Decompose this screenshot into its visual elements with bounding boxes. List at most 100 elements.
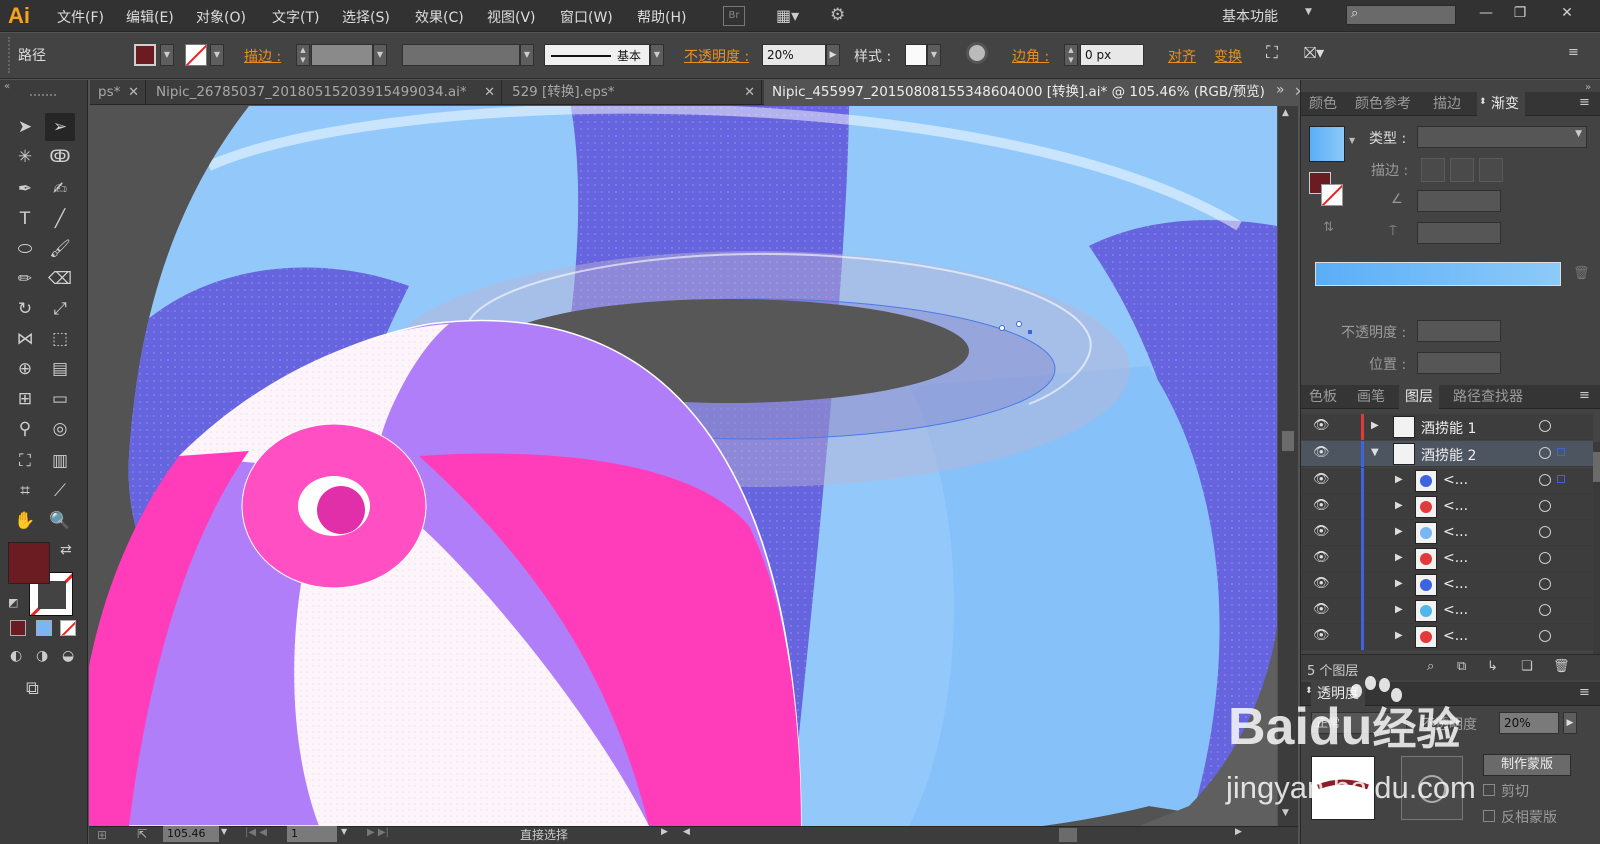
graph-tool-icon[interactable]: ▥ — [45, 447, 75, 475]
sublayer-row[interactable]: 👁 ▶ <... — [1301, 572, 1593, 598]
new-sublayer-icon[interactable]: ↳ — [1487, 659, 1498, 674]
tab-stroke[interactable]: 描边 — [1427, 92, 1467, 116]
close-window-button[interactable]: ✕ — [1550, 2, 1584, 24]
stroke-weight-input[interactable] — [311, 44, 373, 66]
sublayer-name[interactable]: <... — [1443, 628, 1468, 644]
chevron-down-icon[interactable]: ▼ — [1305, 7, 1312, 17]
clipping-mask-icon[interactable]: ⧉ — [1457, 659, 1466, 674]
gradient-opacity-input[interactable] — [1417, 320, 1501, 342]
none-mode-button[interactable] — [60, 620, 76, 636]
target-icon[interactable] — [1539, 526, 1551, 538]
tab-doc-1[interactable]: ps* ✕ — [90, 80, 146, 105]
menu-view[interactable]: 视图(V) — [487, 7, 536, 27]
stroke-along-icon[interactable] — [1450, 158, 1474, 182]
lasso-icon[interactable]: ↂ — [45, 143, 75, 171]
maximize-button[interactable]: ❐ — [1503, 2, 1537, 24]
brush-dropdown[interactable]: ▼ — [650, 44, 664, 66]
sublayer-name[interactable]: <... — [1443, 550, 1468, 566]
sublayer-name[interactable]: <... — [1443, 498, 1468, 514]
transform-button[interactable]: 变换 — [1214, 46, 1242, 66]
tab-brushes[interactable]: 画笔 — [1351, 385, 1391, 409]
eye-icon[interactable]: 👁 — [1313, 576, 1330, 591]
fill-dropdown[interactable]: ▼ — [160, 44, 174, 66]
target-icon[interactable] — [1539, 578, 1551, 590]
menu-window[interactable]: 窗口(W) — [560, 7, 613, 27]
scroll-thumb[interactable] — [1593, 452, 1600, 482]
symbol-sprayer-icon[interactable]: ⛶ — [10, 447, 40, 475]
target-icon[interactable] — [1539, 420, 1551, 432]
rotate-icon[interactable]: ↻ — [10, 295, 40, 323]
sublayer-row[interactable]: 👁 ▶ <... — [1301, 624, 1593, 650]
angle-input[interactable] — [1417, 190, 1501, 212]
sublayer-name[interactable]: <... — [1443, 576, 1468, 592]
menu-effect[interactable]: 效果(C) — [415, 7, 464, 27]
gpu-performance-icon[interactable]: ⚙ — [830, 5, 845, 25]
gradient-tool-icon[interactable]: ▭ — [45, 385, 75, 413]
default-colors-icon[interactable]: ◩ — [8, 596, 18, 609]
status-menu-icon[interactable]: ▶ — [661, 827, 668, 837]
layers-scrollbar[interactable] — [1593, 442, 1600, 654]
gradient-type-select[interactable]: ▼ — [1417, 126, 1587, 148]
layer-row-1[interactable]: 👁 ▶ 酒捞能 1 — [1301, 414, 1593, 440]
expand-arrow-icon[interactable]: ▶ — [1371, 420, 1379, 431]
direct-selection-tool-icon[interactable]: ➢ — [45, 113, 75, 141]
close-icon[interactable]: ✕ — [484, 80, 495, 105]
expand-icon[interactable]: ⬍ — [1479, 97, 1487, 107]
mesh-tool-icon[interactable]: ⊞ — [10, 385, 40, 413]
swap-fill-stroke-icon[interactable]: ⇄ — [60, 542, 72, 558]
expand-arrow-icon[interactable]: ▶ — [1395, 630, 1403, 641]
menu-object[interactable]: 对象(O) — [196, 7, 246, 27]
stroke-within-icon[interactable] — [1421, 158, 1445, 182]
eye-icon[interactable]: 👁 — [1313, 524, 1330, 539]
sublayer-row[interactable]: 👁 ▶ <... — [1301, 520, 1593, 546]
tab-doc-3[interactable]: 529 [转换].eps* ✕ — [504, 80, 762, 105]
panel-menu-icon[interactable]: ≡ — [1568, 45, 1579, 60]
magic-wand-icon[interactable]: ✳ — [10, 143, 40, 171]
stroke-weight-dropdown[interactable]: ▼ — [373, 44, 387, 66]
draw-normal-icon[interactable]: ◐ — [10, 648, 22, 664]
scroll-down-icon[interactable]: ▼ — [1282, 808, 1289, 818]
align-button[interactable]: 对齐 — [1168, 46, 1196, 66]
sublayer-name[interactable]: <... — [1443, 602, 1468, 618]
tab-doc-active[interactable]: Nipic_455997_20150808155348604000 [转换].a… — [764, 80, 1330, 105]
hscroll-thumb[interactable] — [1059, 828, 1077, 842]
zoom-input[interactable]: 105.46 — [163, 826, 219, 842]
corner-stepper[interactable]: ▲ ▼ — [1064, 44, 1078, 66]
scroll-left-icon[interactable]: ◀ — [683, 827, 690, 837]
eye-icon[interactable]: 👁 — [1313, 602, 1330, 617]
selection-indicator[interactable] — [1557, 448, 1565, 456]
stroke-weight-stepper[interactable]: ▲ ▼ — [296, 44, 310, 66]
eyedropper-icon[interactable]: ⚲ — [10, 415, 40, 443]
pencil-icon[interactable]: ✏ — [10, 265, 40, 293]
target-icon[interactable] — [1539, 604, 1551, 616]
menu-type[interactable]: 文字(T) — [272, 7, 319, 27]
target-icon[interactable] — [1539, 630, 1551, 642]
new-layer-icon[interactable]: ❏ — [1521, 659, 1533, 674]
slice-tool-icon[interactable]: ⟋ — [45, 477, 75, 505]
tab-layers[interactable]: 图层 — [1399, 385, 1439, 409]
eye-icon[interactable]: 👁 — [1313, 550, 1330, 565]
target-icon[interactable] — [1539, 552, 1551, 564]
gradient-mode-button[interactable] — [36, 620, 52, 636]
panel-menu-icon[interactable]: ≡ — [1579, 388, 1590, 403]
curvature-tool-icon[interactable]: ✍ — [45, 175, 75, 203]
paintbrush-icon[interactable]: 🖌 — [45, 235, 75, 263]
scroll-thumb[interactable] — [1282, 431, 1294, 451]
menu-edit[interactable]: 编辑(E) — [126, 7, 174, 27]
hand-tool-icon[interactable]: ✋ — [10, 507, 40, 535]
expand-arrow-icon[interactable]: ▶ — [1395, 500, 1403, 511]
sublayer-name[interactable]: <... — [1443, 472, 1468, 488]
stroke-across-icon[interactable] — [1479, 158, 1503, 182]
clip-checkbox[interactable] — [1483, 784, 1495, 796]
tab-pathfinder[interactable]: 路径查找器 — [1447, 385, 1529, 409]
target-icon[interactable] — [1539, 500, 1551, 512]
artboard-number-input[interactable]: 1 — [287, 826, 337, 842]
layer-row-2[interactable]: 👁 ▼ 酒捞能 2 — [1301, 441, 1593, 467]
tab-overflow-icon[interactable]: » — [1276, 82, 1285, 98]
selection-indicator[interactable] — [1557, 475, 1565, 483]
sublayer-row[interactable]: 👁 ▶ <... — [1301, 468, 1593, 494]
expand-arrow-icon[interactable]: ▶ — [1395, 552, 1403, 563]
stroke-swatch[interactable] — [185, 44, 207, 66]
target-icon[interactable] — [1539, 447, 1551, 459]
width-tool-icon[interactable]: ⋈ — [10, 325, 40, 353]
